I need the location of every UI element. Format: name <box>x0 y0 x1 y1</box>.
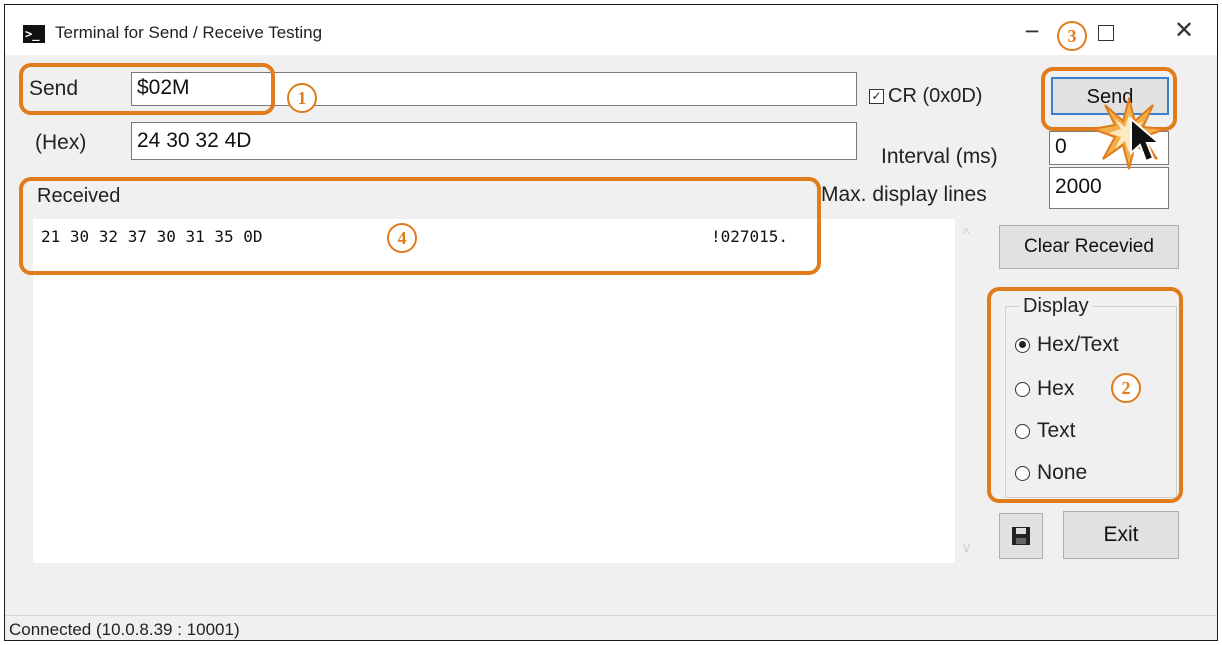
mouse-cursor-icon <box>1130 117 1162 163</box>
scroll-up-icon[interactable]: ^ <box>963 225 970 241</box>
annotation-send-box <box>19 63 275 115</box>
floppy-disk-icon <box>1012 527 1030 545</box>
clear-received-button[interactable]: Clear Recevied <box>999 225 1179 269</box>
exit-button[interactable]: Exit <box>1063 511 1179 559</box>
scroll-down-icon[interactable]: v <box>963 539 970 555</box>
terminal-icon: >_ <box>23 25 45 43</box>
cr-label: CR (0x0D) <box>888 85 983 107</box>
annotation-number-4: 4 <box>387 223 417 253</box>
annotation-number-3: 3 <box>1057 21 1087 51</box>
close-icon[interactable]: ✕ <box>1169 17 1199 47</box>
max-lines-label: Max. display lines <box>821 183 987 206</box>
status-bar: Connected (10.0.8.39 : 10001) <box>5 615 1217 640</box>
window-title: Terminal for Send / Receive Testing <box>55 23 323 42</box>
cr-checkbox[interactable]: ✓ CR (0x0D) <box>869 85 982 108</box>
annotation-received-box <box>19 177 821 275</box>
maximize-icon[interactable] <box>1091 17 1121 47</box>
title-bar: >_ Terminal for Send / Receive Testing −… <box>5 5 1217 55</box>
terminal-window: >_ Terminal for Send / Receive Testing −… <box>4 4 1218 641</box>
minimize-icon[interactable]: − <box>1017 17 1047 47</box>
received-scrollbar[interactable]: ^ v <box>955 219 983 563</box>
annotation-display-box <box>987 287 1183 503</box>
annotation-number-2: 2 <box>1111 373 1141 403</box>
checkbox-check-icon: ✓ <box>869 89 884 104</box>
hex-label: (Hex) <box>35 131 87 154</box>
interval-label: Interval (ms) <box>881 145 998 168</box>
hex-field[interactable]: 24 30 32 4D <box>131 122 857 160</box>
annotation-number-1: 1 <box>287 83 317 113</box>
max-lines-input[interactable]: 2000 <box>1049 167 1169 209</box>
status-text: Connected (10.0.8.39 : 10001) <box>9 620 240 639</box>
save-button[interactable] <box>999 513 1043 559</box>
